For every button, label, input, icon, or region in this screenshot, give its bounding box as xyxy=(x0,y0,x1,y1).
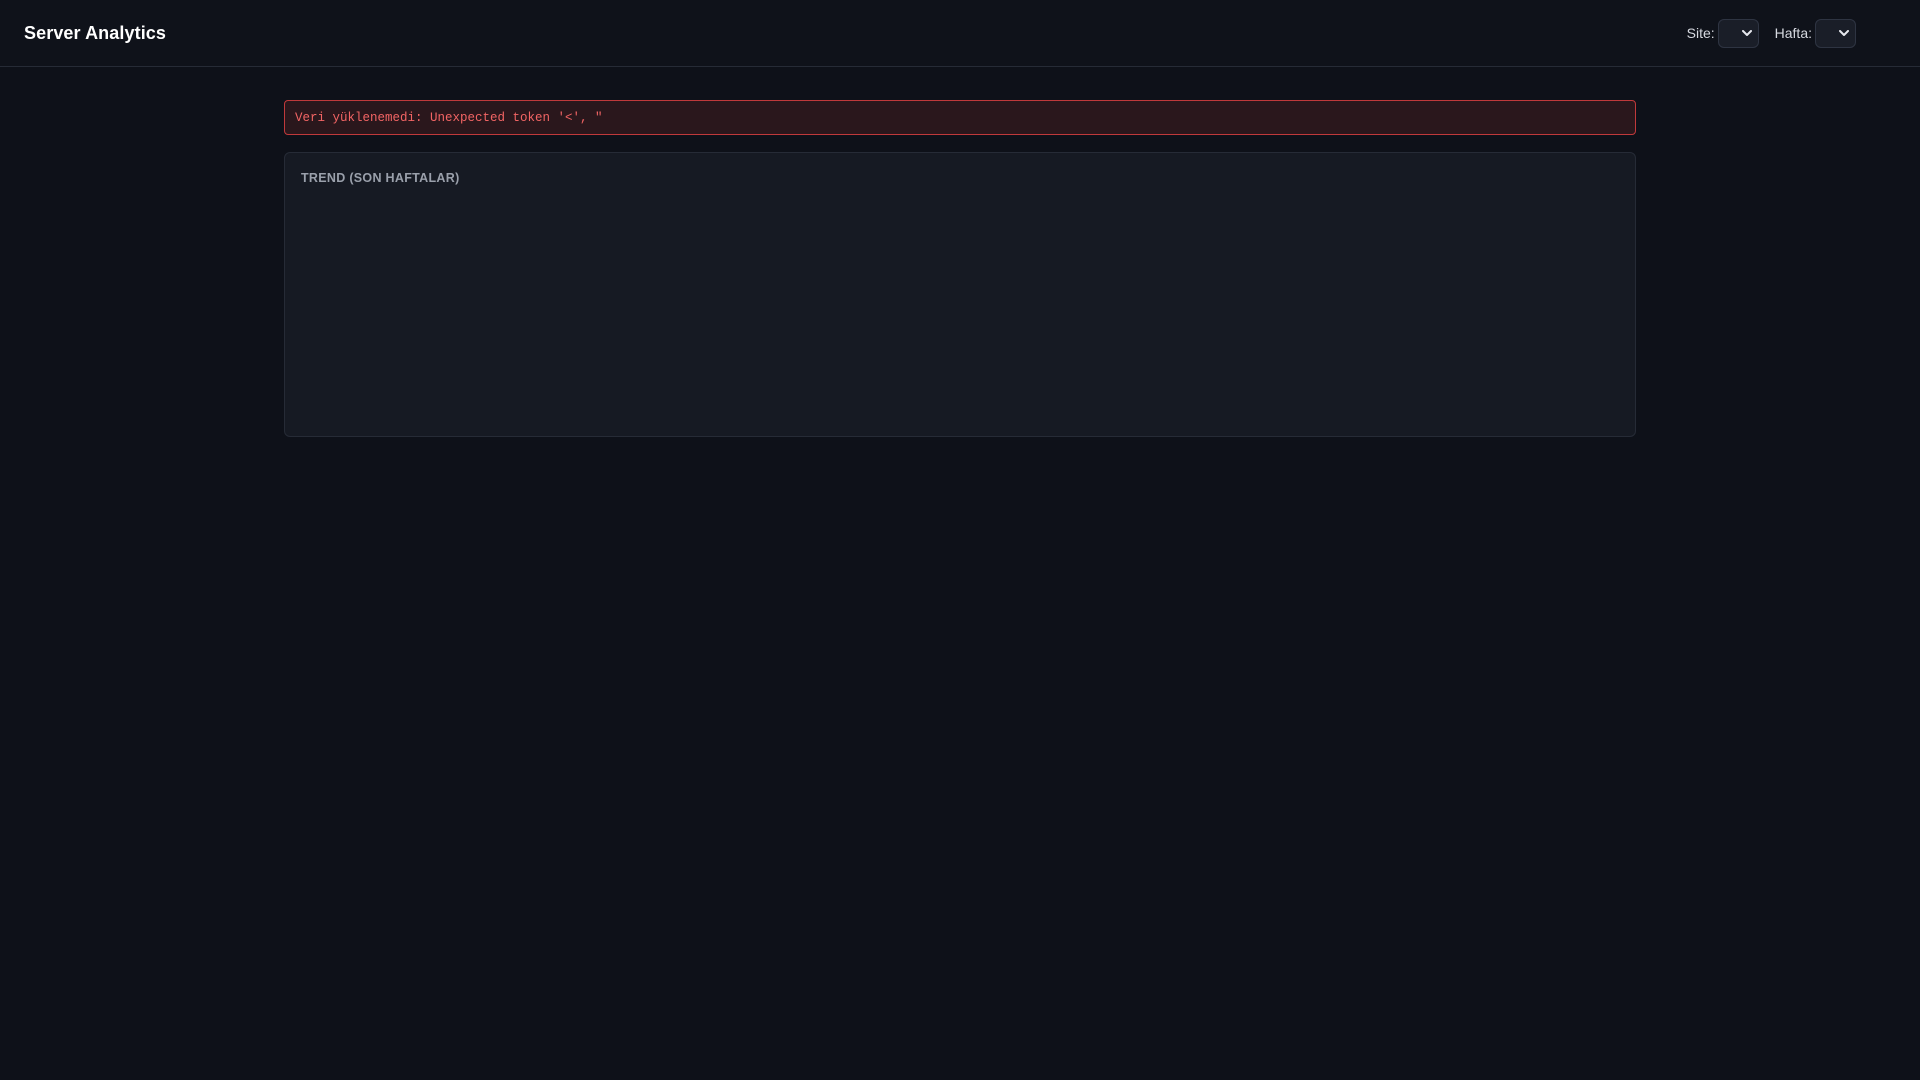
site-select[interactable] xyxy=(1717,18,1759,48)
error-message: Veri yüklenemedi: Unexpected token '<', … xyxy=(295,110,603,125)
week-label: Hafta: xyxy=(1774,25,1812,41)
trend-chart-area xyxy=(301,195,1619,415)
site-filter: Site: xyxy=(1686,18,1759,48)
chevron-down-icon xyxy=(1839,29,1849,36)
chevron-down-icon xyxy=(1741,29,1752,36)
trend-card-title: TREND (SON HAFTALAR) xyxy=(301,171,460,185)
week-filter: Hafta: xyxy=(1774,18,1856,48)
week-select[interactable] xyxy=(1815,18,1856,48)
site-label: Site: xyxy=(1686,25,1715,41)
trend-card: TREND (SON HAFTALAR) xyxy=(284,152,1636,437)
filters: Site: Hafta: xyxy=(1686,18,1856,48)
main-content: Veri yüklenemedi: Unexpected token '<', … xyxy=(284,67,1636,437)
error-banner: Veri yüklenemedi: Unexpected token '<', … xyxy=(284,100,1636,135)
top-bar: Server Analytics Site: Hafta: xyxy=(0,0,1920,67)
app-title: Server Analytics xyxy=(24,22,167,43)
